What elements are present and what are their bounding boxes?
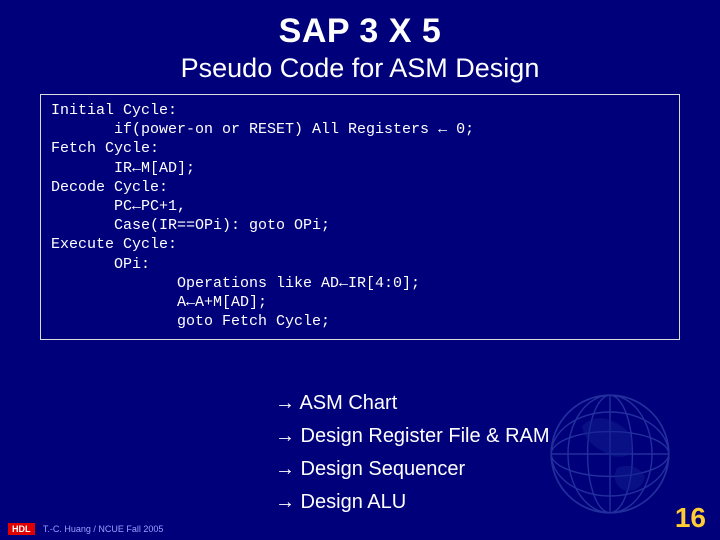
bullet-item: → Design ALU [275, 491, 550, 514]
code-line: if(power-on or RESET) All Registers ← 0; [51, 121, 474, 138]
code-line: OPi: [51, 256, 150, 273]
bullet-item: → Design Sequencer [275, 458, 550, 481]
bullet-list: → ASM Chart → Design Register File & RAM… [275, 392, 550, 524]
code-line: PC←PC+1, [51, 198, 186, 215]
footer-credit: HDL T.-C. Huang / NCUE Fall 2005 [8, 524, 163, 534]
slide-subtitle: Pseudo Code for ASM Design [0, 51, 720, 92]
globe-icon [540, 384, 680, 524]
code-line: Case(IR==OPi): goto OPi; [51, 217, 330, 234]
slide-title: SAP 3 X 5 [0, 0, 720, 51]
code-line: Execute Cycle: [51, 236, 177, 253]
bullet-item: → Design Register File & RAM [275, 425, 550, 448]
code-line: Initial Cycle: [51, 102, 177, 119]
code-line: Decode Cycle: [51, 179, 168, 196]
code-line: Fetch Cycle: [51, 140, 159, 157]
code-line: goto Fetch Cycle; [51, 313, 330, 330]
code-line: Operations like AD←IR[4:0]; [51, 275, 420, 292]
code-line: IR←M[AD]; [51, 160, 195, 177]
page-number: 16 [675, 502, 706, 534]
credit-text: T.-C. Huang / NCUE Fall 2005 [43, 524, 164, 534]
code-line: A←A+M[AD]; [51, 294, 267, 311]
pseudocode-box: Initial Cycle: if(power-on or RESET) All… [40, 94, 680, 340]
hdl-badge: HDL [8, 523, 35, 535]
bullet-item: → ASM Chart [275, 392, 550, 415]
